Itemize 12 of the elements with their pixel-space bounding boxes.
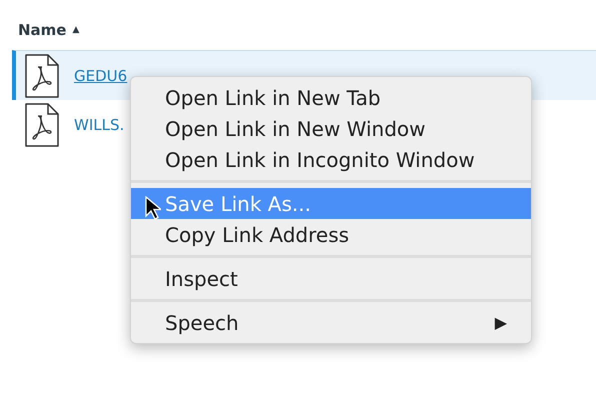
menu-item[interactable]: Copy Link Address	[131, 219, 531, 250]
column-header[interactable]: Name	[18, 21, 66, 39]
file-link[interactable]: WILLS.	[74, 116, 124, 134]
menu-item[interactable]: Open Link in Incognito Window	[131, 144, 531, 175]
menu-item[interactable]: Open Link in New Window	[131, 113, 531, 144]
sort-indicator: ▲	[72, 25, 80, 35]
mouse-pointer-icon	[145, 196, 161, 220]
menu-item[interactable]: Inspect	[131, 263, 531, 294]
pdf-file-icon	[24, 52, 60, 98]
submenu-arrow: ▶	[494, 313, 507, 332]
file-link[interactable]: GEDU6	[74, 66, 128, 84]
menu-item[interactable]: Speech ▶	[131, 307, 531, 338]
